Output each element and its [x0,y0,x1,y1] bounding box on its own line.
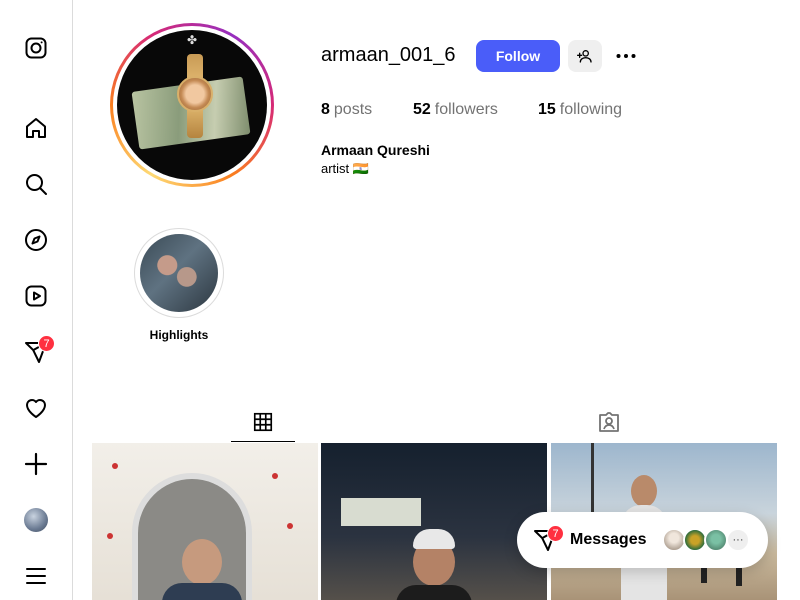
profile-avatar[interactable] [24,508,48,532]
more-menu-icon[interactable] [24,564,48,588]
following-count: 15 [538,101,556,118]
followers-stat[interactable]: 52 followers [413,101,498,119]
post-tile[interactable] [92,443,318,600]
profile-picture-ring[interactable]: ✤ [110,23,274,187]
notifications-icon[interactable] [24,396,48,420]
clover-icon: ✤ [187,33,198,47]
highlight-label: Highlights [149,328,209,342]
sidebar: 7 [0,0,73,600]
explore-icon[interactable] [24,228,48,252]
highlight-item[interactable] [134,228,224,318]
tab-tagged[interactable] [577,402,641,442]
follow-button[interactable]: Follow [476,40,560,72]
add-user-icon [577,50,592,63]
post-tile[interactable] [321,443,547,600]
profile-username: armaan_001_6 [321,44,456,66]
followers-count: 52 [413,101,431,118]
followers-label: followers [434,101,498,118]
avatar [704,528,728,552]
home-icon[interactable] [24,116,48,140]
options-button[interactable] [612,44,640,68]
profile-full-name: Armaan Qureshi [321,142,430,158]
posts-count: 8 [321,101,330,118]
messages-label: Messages [570,531,647,548]
posts-stat: 8 posts [321,101,372,119]
messages-pill[interactable]: 7 Messages ··· [517,512,768,568]
suggested-users-button[interactable] [568,40,602,72]
create-icon[interactable] [24,452,48,476]
more-conversations: ··· [726,528,750,552]
following-stat[interactable]: 15 following [538,101,622,119]
profile-picture: ✤ [117,30,267,180]
tab-posts[interactable] [231,402,295,442]
more-options-icon [616,54,636,58]
following-label: following [559,101,623,118]
instagram-logo-icon[interactable] [24,36,48,60]
messages-pill-badge: 7 [547,525,564,542]
reels-icon[interactable] [24,284,48,308]
messages-badge: 7 [38,335,55,352]
watch-face-image [177,76,213,112]
tagged-icon [599,412,619,432]
highlight-cover [140,234,218,312]
posts-label: posts [333,101,373,118]
search-icon[interactable] [24,172,48,196]
posts-grid-icon [253,412,273,431]
profile-bio: artist 🇮🇳 [321,161,369,176]
